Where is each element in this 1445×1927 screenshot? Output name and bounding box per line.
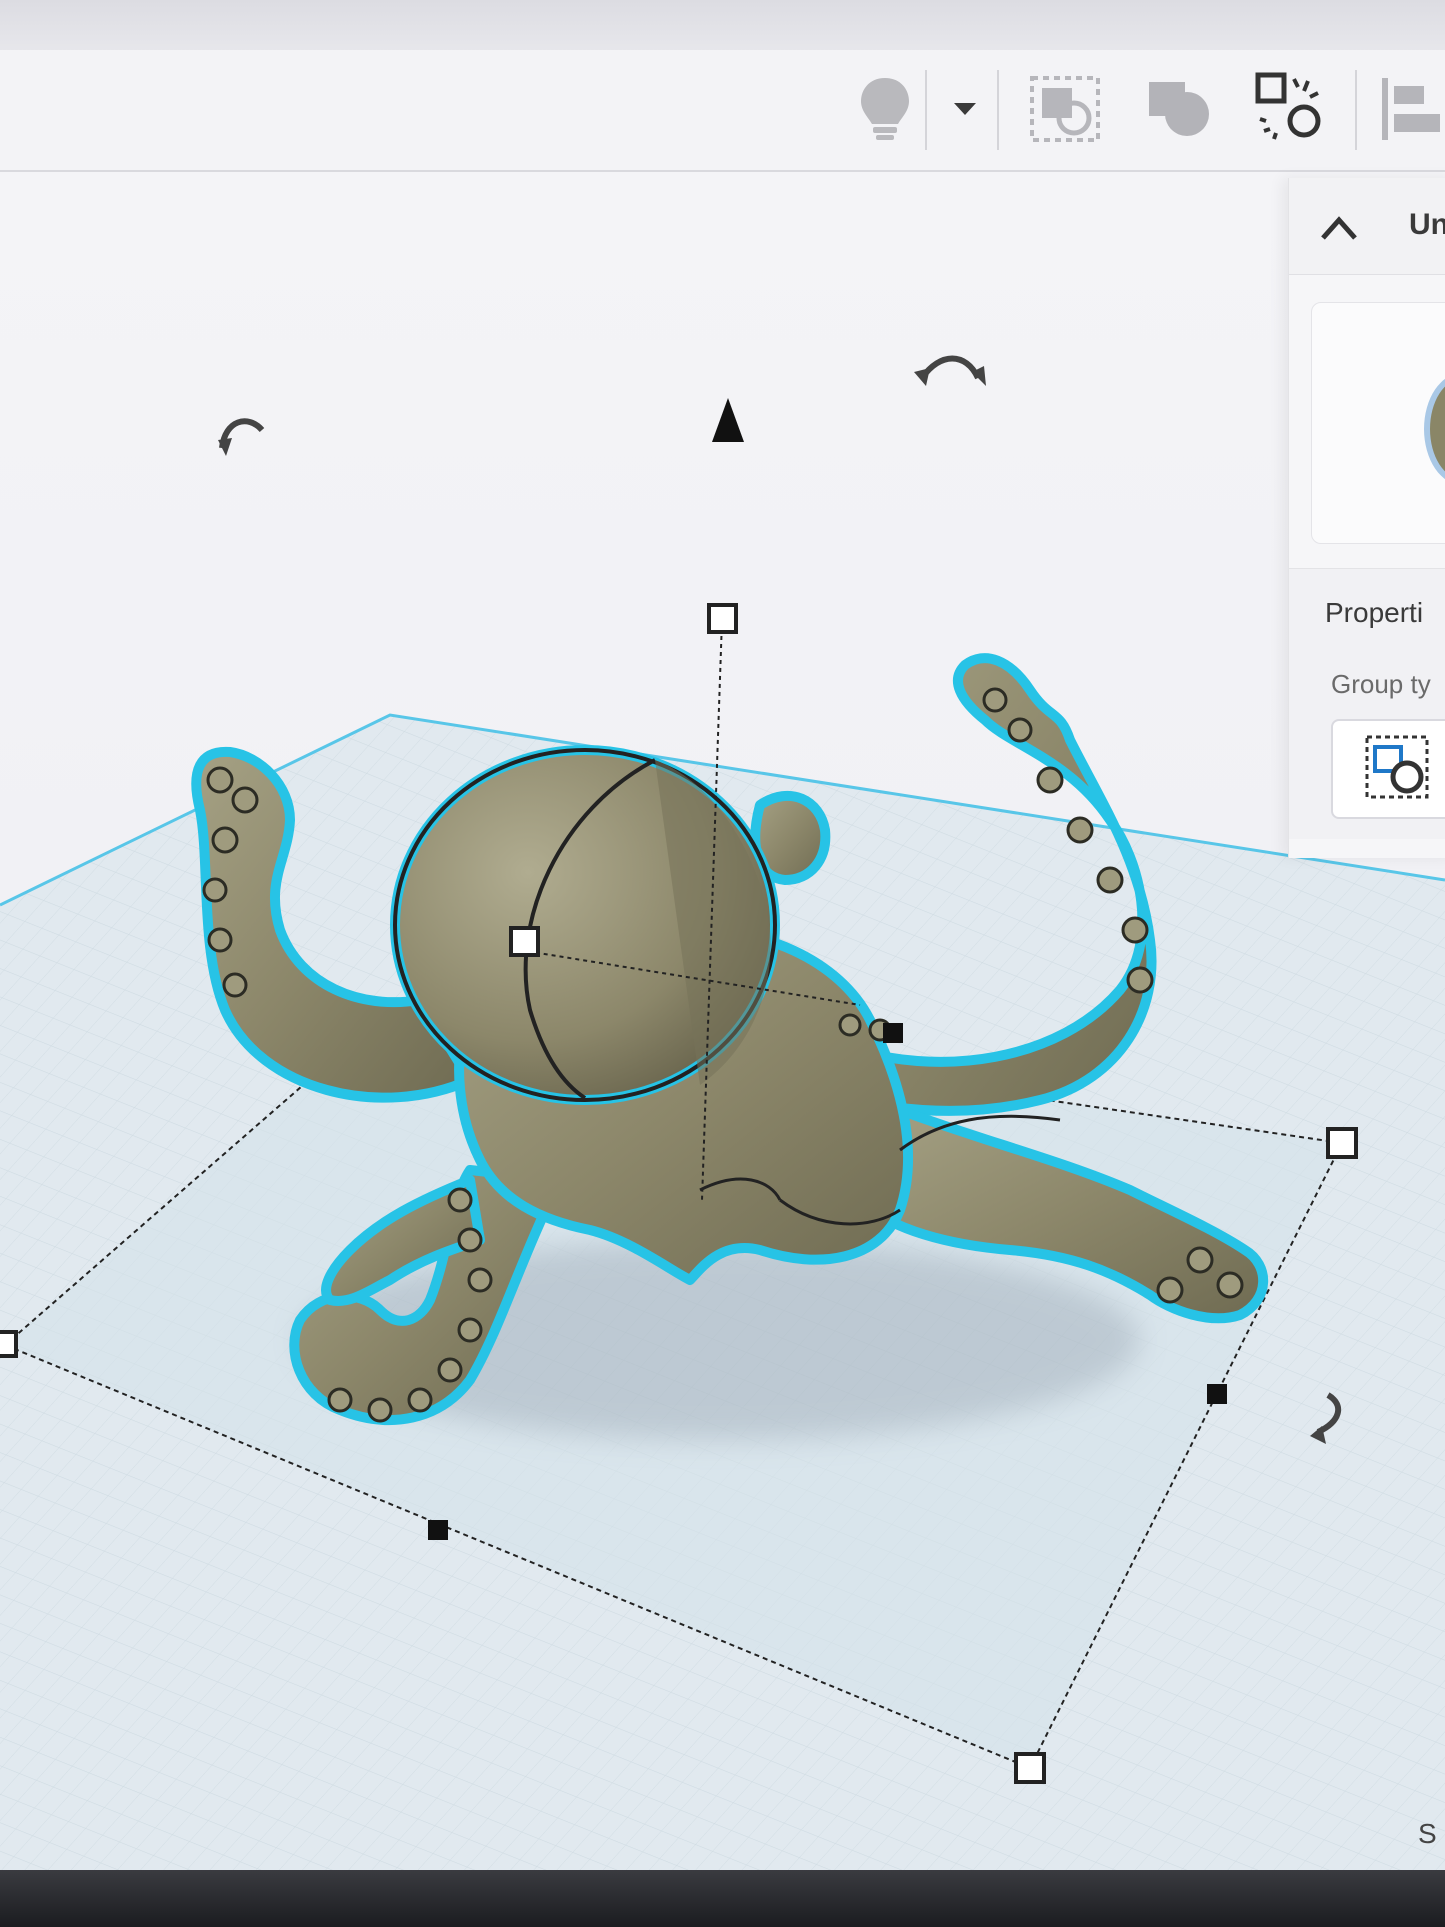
- screen-bezel: [0, 1870, 1445, 1927]
- octopus-head[interactable]: [390, 745, 780, 1105]
- properties-card: Properti Group ty: [1289, 568, 1445, 839]
- workplane-scene: [0, 355, 1445, 1870]
- group-icon[interactable]: [1015, 64, 1115, 154]
- lift-arrow-icon[interactable]: [712, 398, 744, 442]
- editor-toolbar: [0, 50, 1445, 172]
- edge-handle-right[interactable]: [1207, 1384, 1227, 1404]
- workplane-tool-icon[interactable]: [1238, 64, 1338, 154]
- ungroup-icon[interactable]: [1130, 64, 1230, 154]
- edge-handle-bottom-left[interactable]: [428, 1520, 448, 1540]
- group-type-label: Group ty: [1331, 669, 1431, 699]
- head-handle[interactable]: [509, 926, 540, 957]
- align-icon[interactable]: [1370, 64, 1445, 154]
- chevron-down-icon[interactable]: [940, 64, 990, 154]
- corner-handle-bottom[interactable]: [1014, 1752, 1046, 1784]
- corner-handle-left[interactable]: [0, 1330, 18, 1358]
- corner-label: S: [1418, 1818, 1437, 1849]
- color-swatch[interactable]: [1424, 373, 1445, 485]
- group-type-icon: [1365, 735, 1429, 799]
- height-handle[interactable]: [707, 603, 738, 634]
- lightbulb-icon[interactable]: [835, 64, 935, 154]
- chevron-up-icon[interactable]: [1317, 208, 1361, 248]
- 3d-viewport[interactable]: [0, 172, 1445, 1870]
- properties-title: Properti: [1325, 597, 1424, 628]
- color-card: [1311, 302, 1445, 544]
- tinkercad-editor: Un Properti Group ty S: [0, 0, 1445, 1927]
- edge-handle-back[interactable]: [883, 1023, 903, 1043]
- inspector-title: Un: [1409, 208, 1445, 241]
- rotate-top-icon[interactable]: [919, 355, 981, 380]
- inspector-header: Un: [1289, 178, 1445, 275]
- group-type-button[interactable]: [1331, 719, 1445, 819]
- inspector-panel: Un Properti Group ty: [1288, 178, 1445, 858]
- corner-handle-right[interactable]: [1326, 1127, 1358, 1159]
